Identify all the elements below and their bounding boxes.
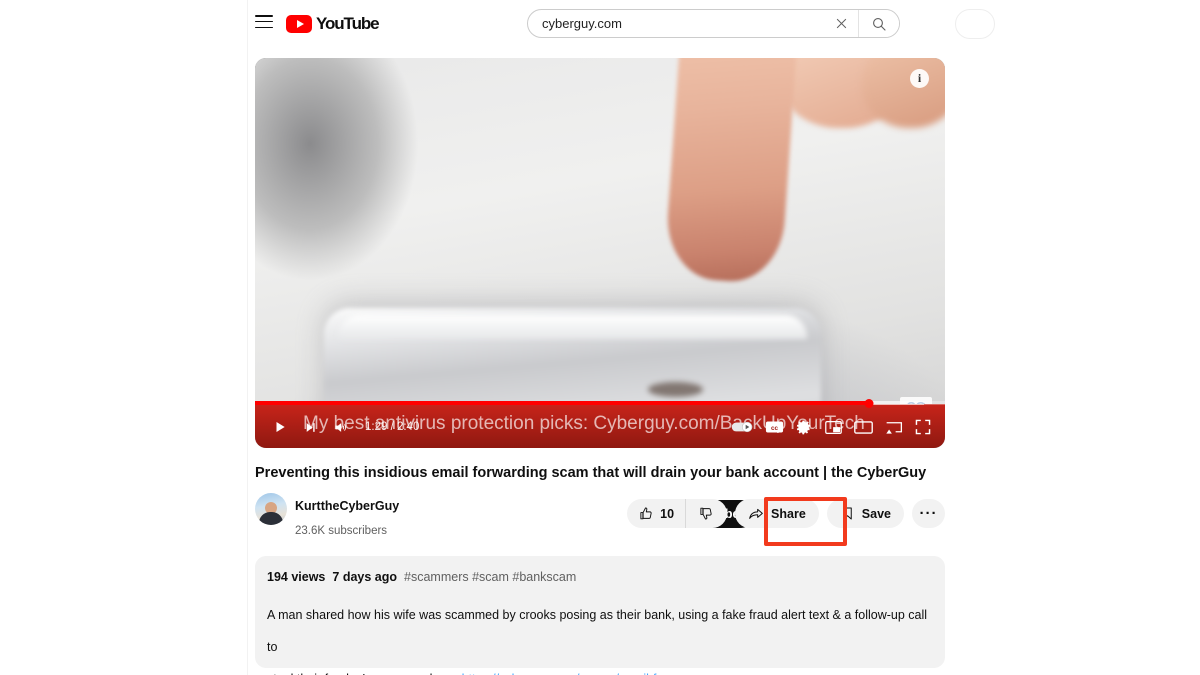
controls-row: 1:29 / 2:40 cc [255, 412, 945, 442]
controls-left: 1:29 / 2:40 [255, 414, 419, 440]
theater-mode-icon[interactable] [854, 420, 873, 435]
avatar-body [259, 512, 283, 525]
offscreen-pill [955, 9, 995, 39]
dislike-button[interactable] [686, 499, 727, 528]
share-button[interactable]: Share [735, 499, 819, 528]
video-title: Preventing this insidious email forwardi… [255, 465, 927, 481]
like-dislike-group: 10 [627, 499, 728, 528]
youtube-logo[interactable]: YouTube [286, 14, 380, 34]
phone-top-edge [337, 315, 807, 339]
thumbs-down-icon [700, 507, 712, 520]
volume-on-icon[interactable] [327, 414, 353, 440]
progress-bar-track[interactable] [255, 398, 945, 408]
right-gutter [952, 0, 1200, 675]
youtube-play-badge-icon [286, 15, 312, 33]
like-count: 10 [660, 506, 675, 521]
closed-captions-icon[interactable]: cc [765, 420, 784, 434]
close-x-icon[interactable] [824, 10, 858, 37]
video-frame [255, 58, 945, 448]
description-line-1: A man shared how his wife was scammed by… [267, 608, 928, 654]
share-label: Share [771, 506, 806, 521]
view-count: 194 views [267, 570, 326, 584]
thumbs-up-icon [640, 507, 652, 520]
progress-scrubber[interactable] [864, 398, 874, 408]
subscriber-count: 23.6K subscribers [295, 525, 388, 537]
progress-buffered [869, 401, 925, 405]
like-button[interactable]: 10 [627, 499, 687, 528]
description-box[interactable]: 194 views 7 days ago #scammers #scam #ba… [255, 556, 945, 675]
channel-avatar[interactable] [255, 493, 287, 525]
pointing-finger [664, 58, 799, 285]
left-gutter [0, 0, 248, 675]
save-button[interactable]: Save [826, 499, 904, 528]
youtube-watch-page: YouTube i CG CYBERGUY [0, 0, 1200, 675]
cast-to-tv-icon[interactable] [885, 420, 903, 435]
publish-date: 7 days ago [332, 570, 398, 584]
autoplay-toggle-icon[interactable] [731, 420, 753, 434]
channel-row: KurttheCyberGuy 23.6K subscribers Subscr… [255, 492, 945, 548]
controls-right: cc [731, 419, 945, 436]
search-input[interactable] [528, 10, 824, 37]
hamburger-menu-icon[interactable] [255, 15, 273, 29]
description-meta: 194 views 7 days ago #scammers #scam #ba… [267, 570, 933, 584]
time-display: 1:29 / 2:40 [365, 421, 420, 433]
player-controls: My best antivirus protection picks: Cybe… [255, 398, 945, 448]
progress-played [255, 401, 870, 405]
action-buttons: 10 Share Save ··· [627, 499, 945, 528]
more-options-icon[interactable]: ··· [912, 499, 945, 528]
fullscreen-icon[interactable] [915, 419, 931, 435]
description-text: A man shared how his wife was scammed by… [267, 600, 933, 675]
settings-gear-icon[interactable] [796, 419, 813, 436]
search-bar[interactable] [527, 9, 900, 38]
info-letter: i [917, 71, 922, 85]
svg-text:cc: cc [771, 425, 779, 432]
play-icon[interactable] [267, 414, 293, 440]
info-circle-icon[interactable]: i [910, 69, 929, 88]
save-label: Save [861, 506, 891, 521]
youtube-logo-text: YouTube [316, 14, 380, 33]
search-magnifier-icon[interactable] [858, 10, 899, 37]
bookmark-save-icon [843, 507, 852, 520]
miniplayer-icon[interactable] [825, 420, 842, 435]
hashtags[interactable]: #scammers #scam #bankscam [404, 570, 576, 584]
video-player[interactable]: i CG CYBERGUY My best antivirus protecti… [255, 58, 945, 448]
share-arrow-icon [749, 508, 763, 519]
next-track-icon[interactable] [297, 414, 323, 440]
channel-name[interactable]: KurttheCyberGuy [295, 499, 399, 513]
